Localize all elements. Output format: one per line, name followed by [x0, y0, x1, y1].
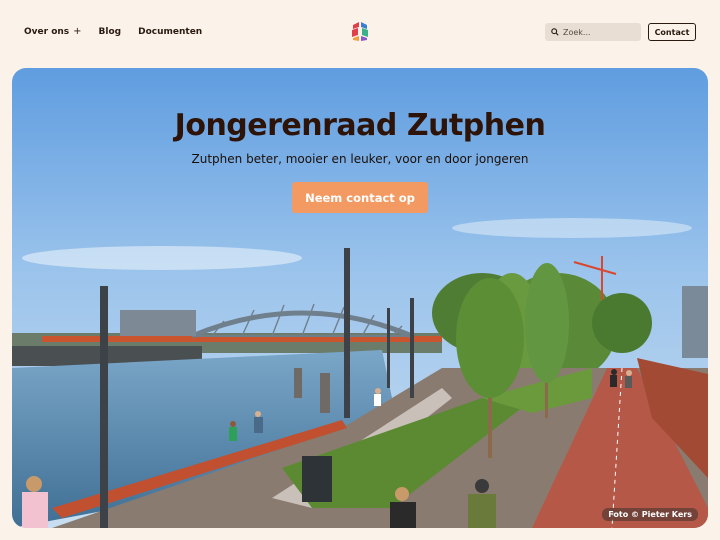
search-icon [551, 28, 559, 36]
top-navigation: Over ons+ Blog Documenten Contact [0, 0, 720, 64]
contact-button[interactable]: Contact [648, 23, 696, 41]
search-box[interactable] [545, 23, 641, 41]
hero-subtitle: Zutphen beter, mooier en leuker, voor en… [191, 152, 529, 166]
nav-item-documenten[interactable]: Documenten [138, 27, 202, 37]
hero-title: Jongerenraad Zutphen [174, 108, 546, 143]
photo-credit: Foto © Pieter Kers [602, 508, 698, 521]
contact-cta-button[interactable]: Neem contact op [292, 182, 428, 213]
nav-item-over-ons-label: Over ons [24, 27, 70, 37]
logo-icon[interactable] [350, 21, 370, 42]
nav-item-blog[interactable]: Blog [99, 27, 122, 37]
search-input[interactable] [563, 27, 633, 37]
nav-links: Over ons + Blog Documenten [24, 26, 202, 37]
nav-item-over-ons[interactable]: Over ons + [24, 26, 82, 37]
plus-icon: + [73, 26, 82, 37]
hero-banner: Jongerenraad Zutphen Zutphen beter, mooi… [12, 68, 708, 528]
